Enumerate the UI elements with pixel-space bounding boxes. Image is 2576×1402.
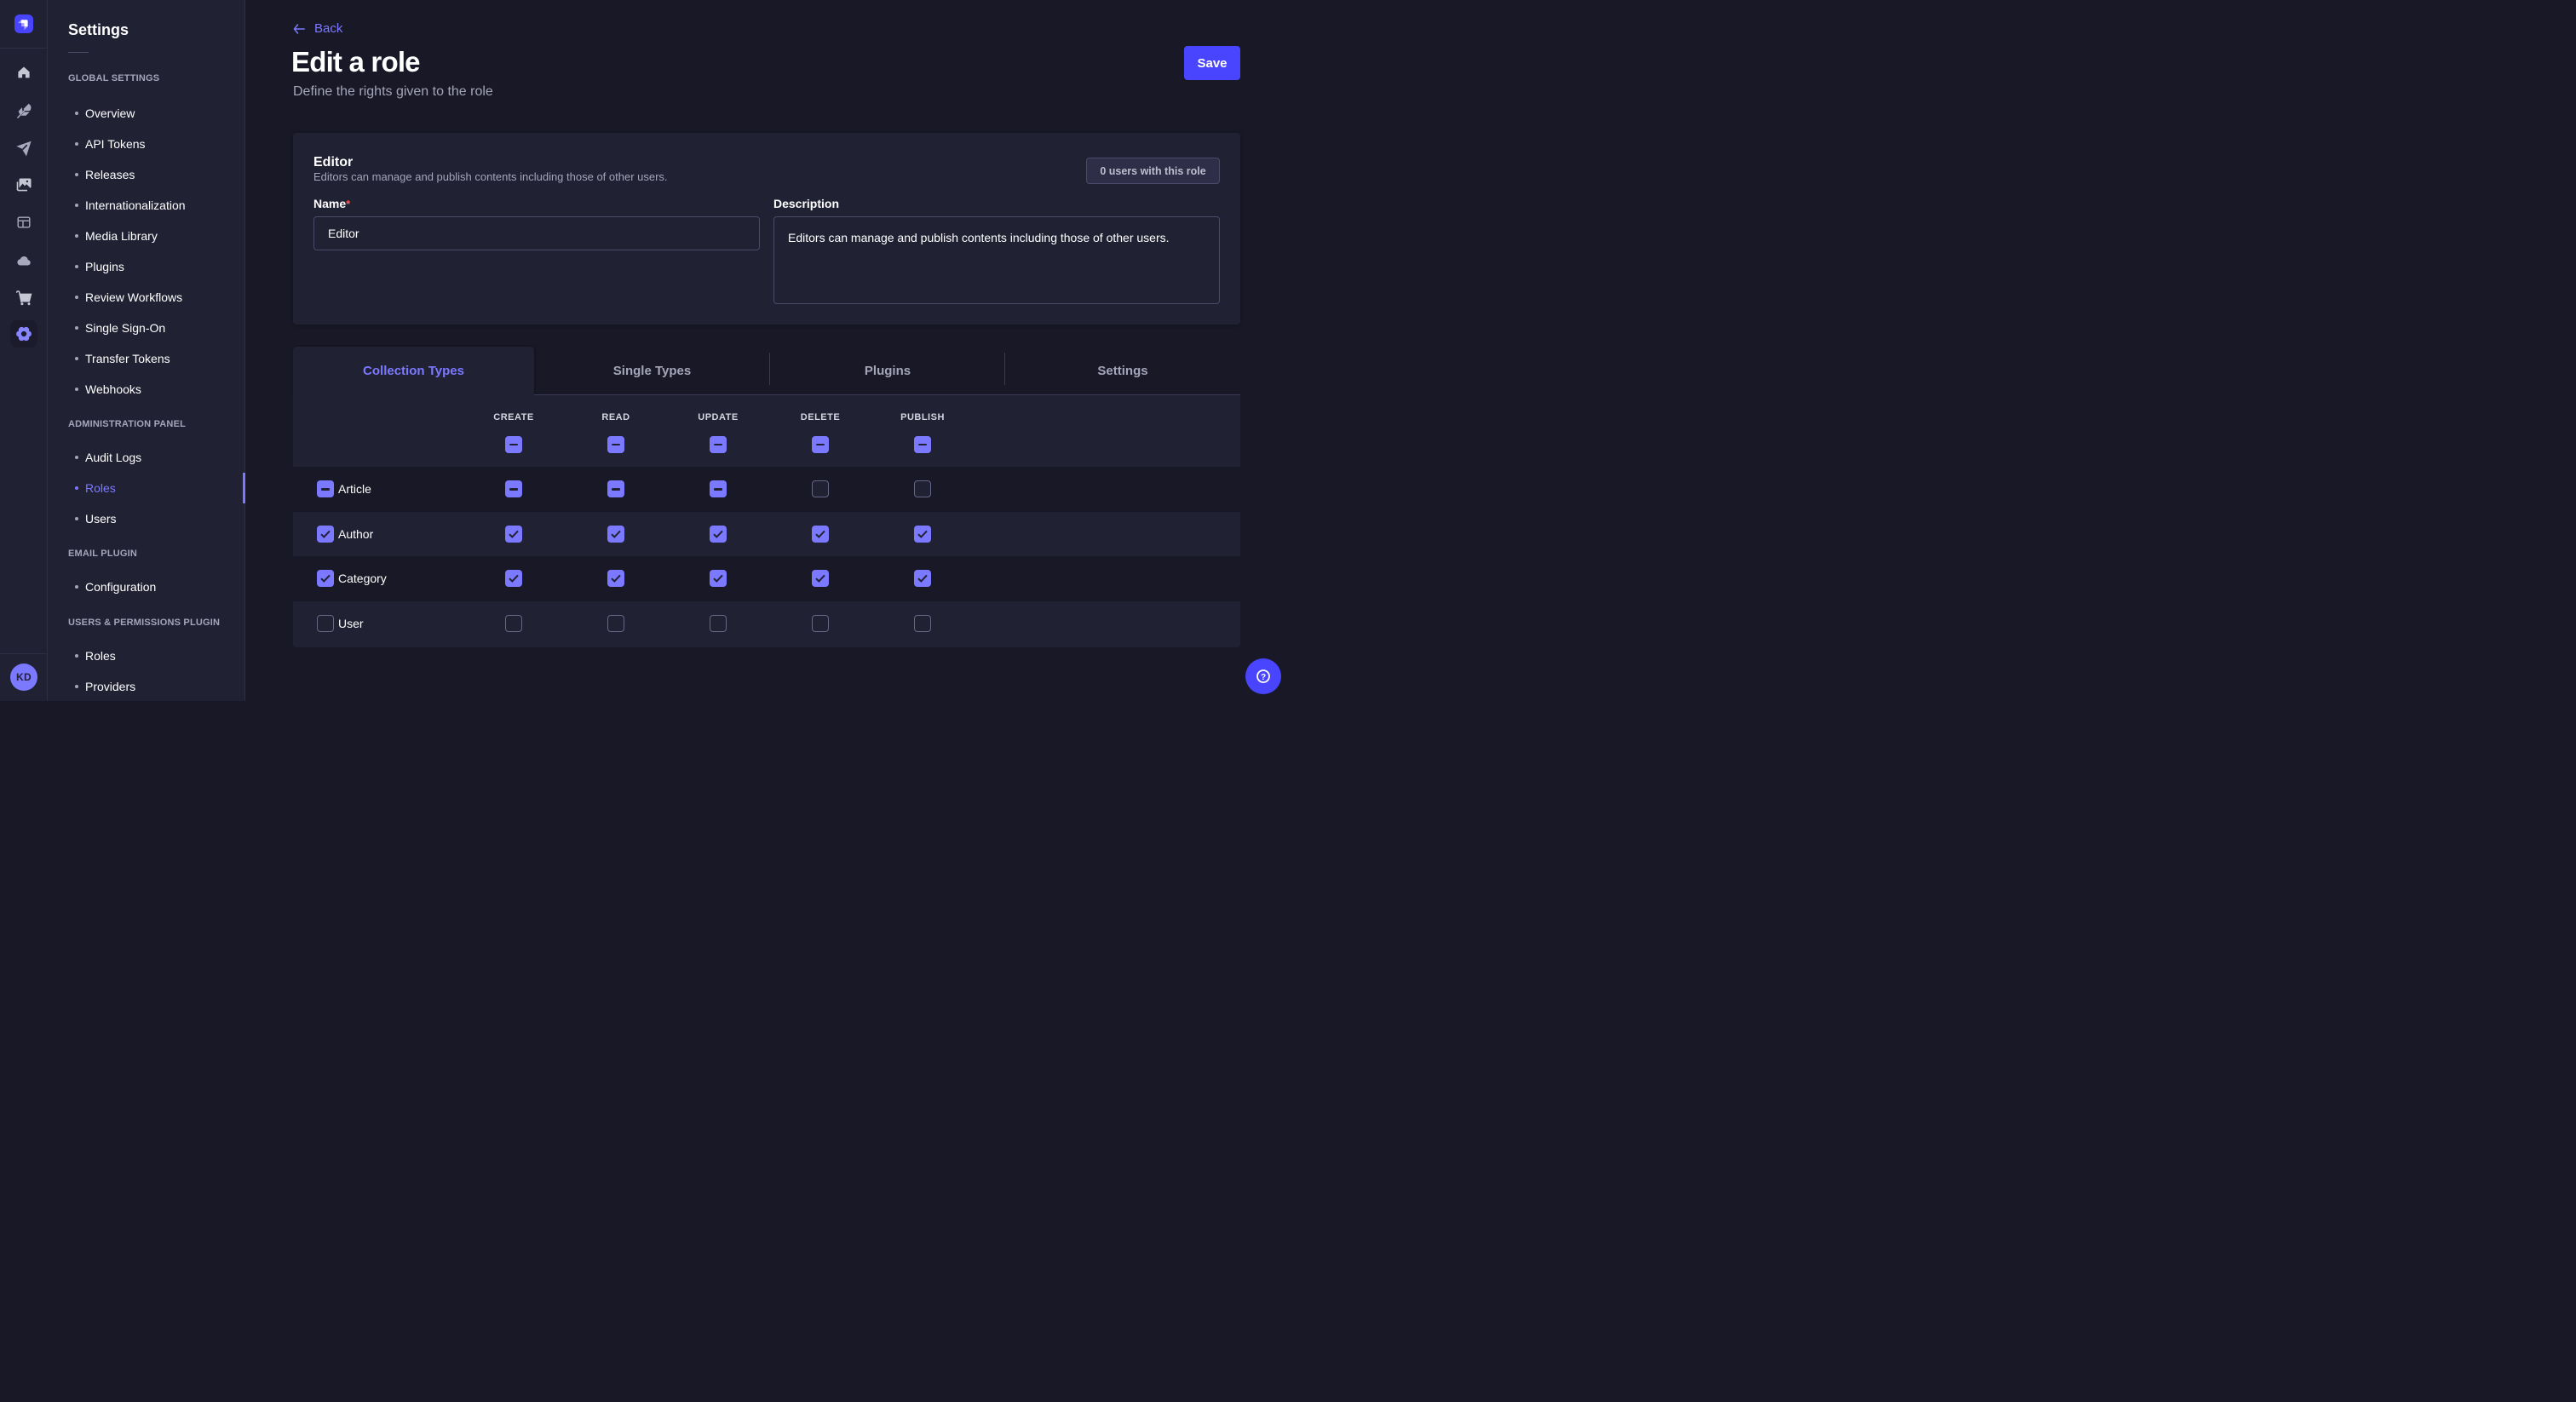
- svg-text:?: ?: [1261, 673, 1266, 682]
